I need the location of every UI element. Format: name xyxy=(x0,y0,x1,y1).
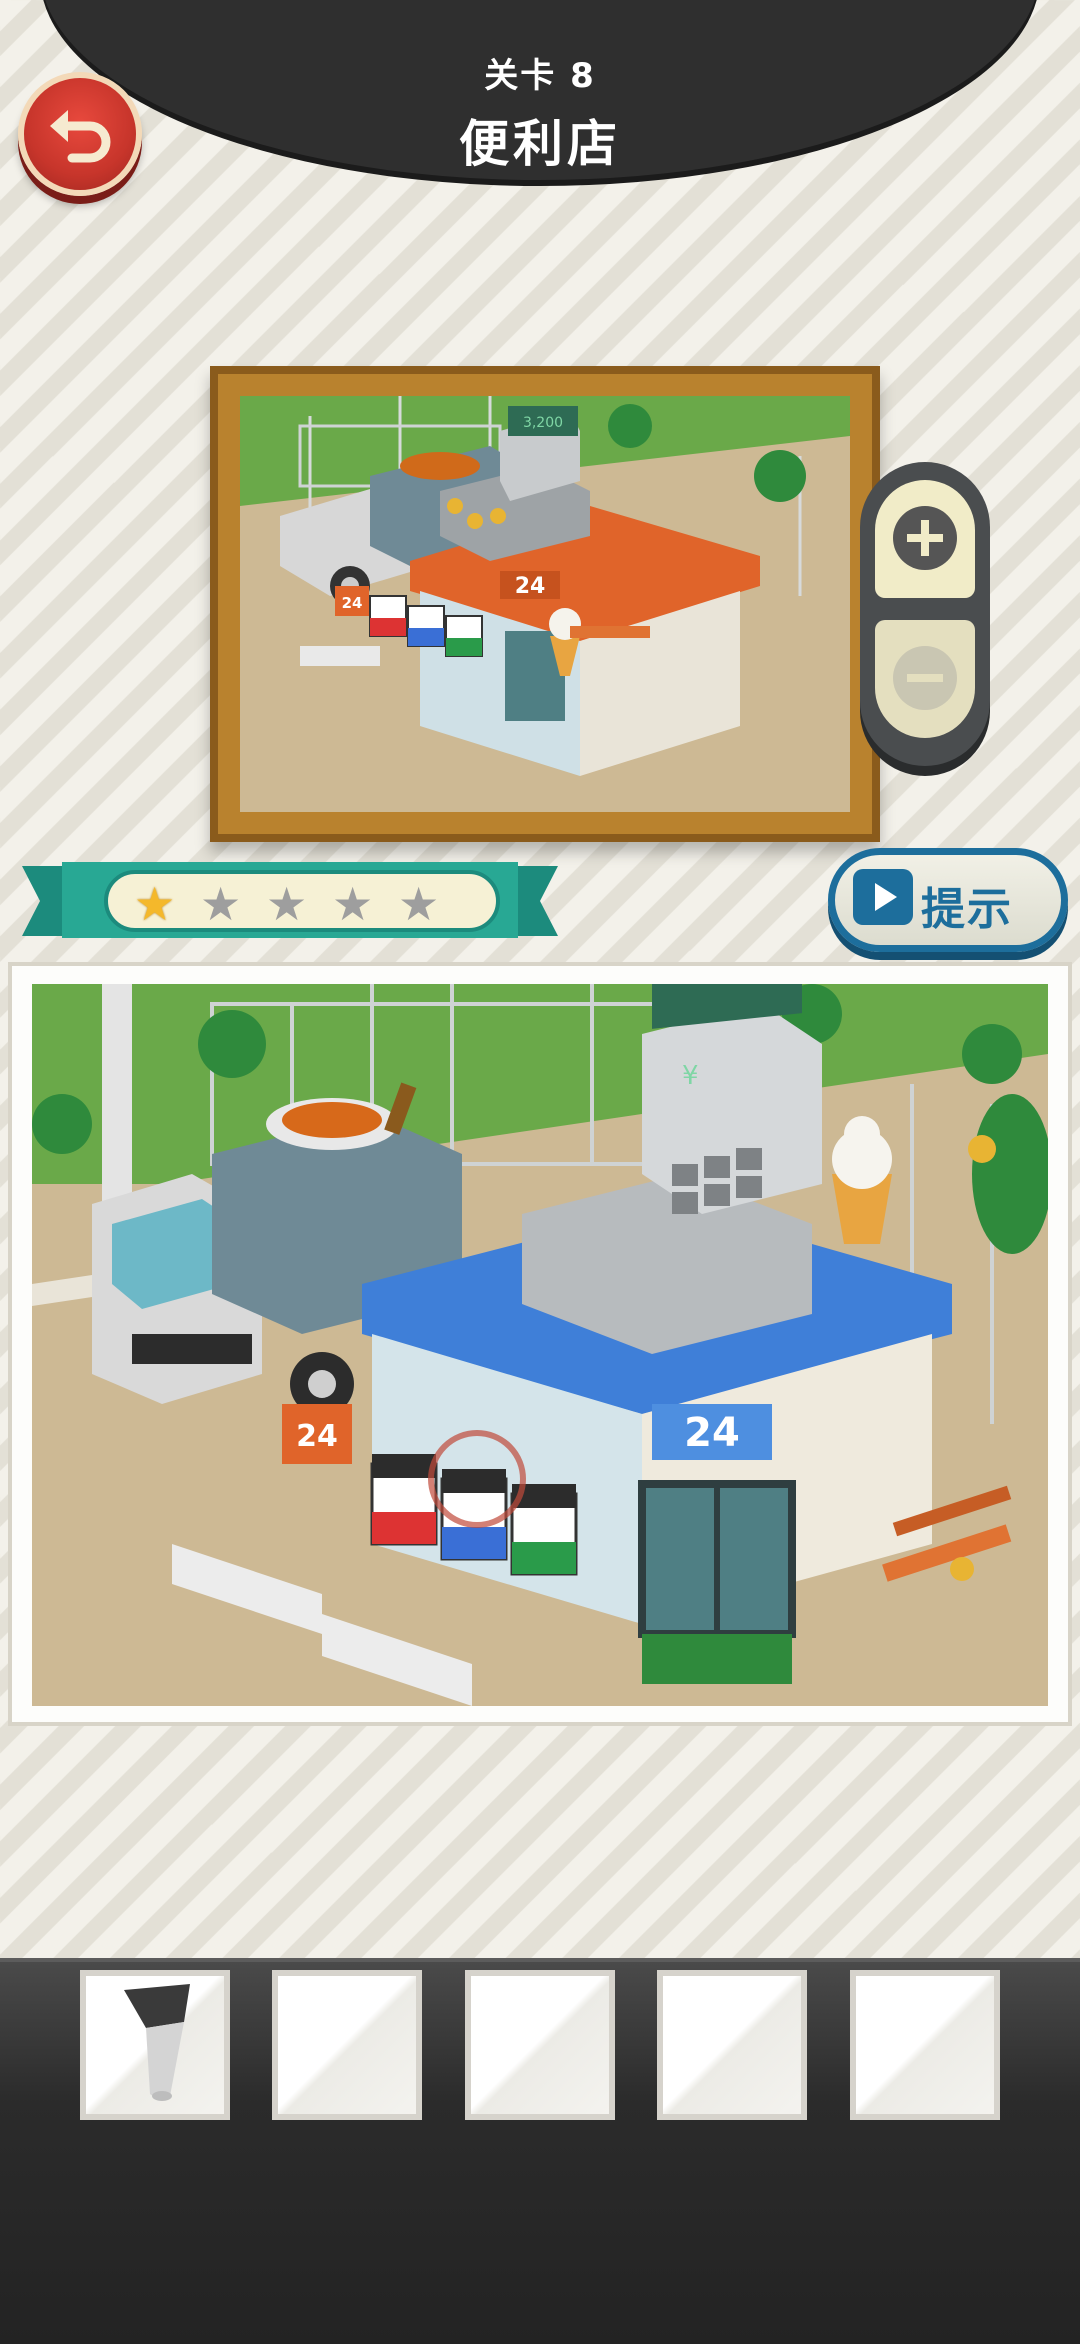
inventory-slot-5[interactable] xyxy=(850,1970,1000,2120)
main-curb-sign: 24 xyxy=(296,1419,338,1454)
main-scene[interactable]: 24 ¥ 24 xyxy=(32,984,1048,1706)
star-icon-empty: ★ xyxy=(398,877,440,931)
main-picture-frame: 24 ¥ 24 xyxy=(8,962,1072,1726)
star-icon-filled: ★ xyxy=(134,877,176,931)
hint-label: 提示 xyxy=(921,884,1013,935)
zoom-in-button[interactable] xyxy=(875,480,975,598)
plus-icon xyxy=(893,506,957,570)
star-icon-empty: ★ xyxy=(332,877,374,931)
inventory-slot-4[interactable] xyxy=(657,1970,807,2120)
stars-pill: ★ ★ ★ ★ ★ xyxy=(104,870,500,932)
minus-icon xyxy=(893,646,957,710)
main-store-sign: 24 xyxy=(684,1410,740,1456)
hint-button[interactable]: 提示 xyxy=(828,848,1068,952)
tv-video-icon xyxy=(853,869,913,925)
reference-store-sign: 24 xyxy=(515,574,546,599)
reference-picture: 24 3,200 24 xyxy=(240,396,850,812)
star-icon-empty: ★ xyxy=(200,877,242,931)
level-number: 关卡 8 xyxy=(484,56,596,96)
register-display: 3,200 xyxy=(523,415,563,431)
inventory-slot-2[interactable] xyxy=(272,1970,422,2120)
reference-picture-frame: 24 3,200 24 xyxy=(210,366,880,842)
undo-arrow-icon xyxy=(50,110,111,163)
star-rating-ribbon: ★ ★ ★ ★ ★ xyxy=(22,856,558,956)
reference-curb-sign: 24 xyxy=(342,594,363,612)
zoom-control xyxy=(860,462,990,766)
back-button[interactable] xyxy=(18,72,142,196)
register-currency: ¥ xyxy=(682,1061,699,1091)
inventory-slot-3[interactable] xyxy=(465,1970,615,2120)
star-icon-empty: ★ xyxy=(266,877,308,931)
inventory-slot-1[interactable] xyxy=(80,1970,230,2120)
level-title: 便利店 xyxy=(459,115,621,173)
zoom-out-button[interactable] xyxy=(875,620,975,738)
tube-nozzle-icon xyxy=(124,1984,190,2101)
